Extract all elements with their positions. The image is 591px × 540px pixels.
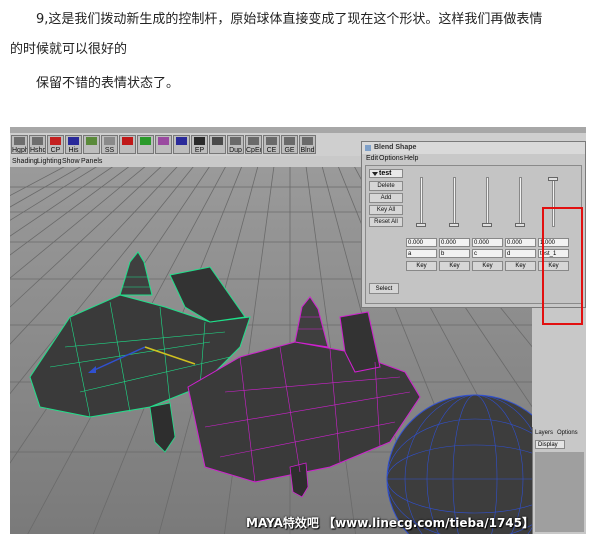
curve-icon [86,137,97,145]
target-name-field[interactable]: c [472,249,503,258]
blend-window-title[interactable]: Blend Shape [362,142,585,154]
script-icon [104,137,115,145]
blend-node-header[interactable]: test [369,169,403,178]
component-editor-shelf-button[interactable]: CpEd [245,135,262,154]
article-line-3: 保留不错的表情状态了。 [36,76,180,91]
target-name-field[interactable]: d [505,249,536,258]
menu-shading[interactable]: Shading [12,156,38,167]
menu-edit[interactable]: Edit [366,154,378,164]
target-value-field[interactable]: 0.000 [505,238,536,247]
key-all-button[interactable]: Key All [369,205,403,215]
highlight-box [542,207,583,325]
hypergraph-icon [14,137,25,145]
delete-button[interactable]: Delete [369,181,403,191]
bucket-icon [212,137,223,145]
hypergraph-shelf-button[interactable]: Hgph [11,135,28,154]
slider-thumb[interactable] [482,223,492,227]
duplicate-shelf-button[interactable]: Dup [227,135,244,154]
shelf-button-label: Hshd [30,147,46,154]
constraint-icon [50,137,61,145]
graph-editor-shelf-button[interactable]: GE [281,135,298,154]
add-button[interactable]: Add [369,193,403,203]
slider-thumb[interactable] [449,223,459,227]
cube-shelf-button[interactable] [155,135,172,154]
script-shelf-button[interactable]: SS [101,135,118,154]
shelf-button-label: SS [104,147,115,154]
menu-panels[interactable]: Panels [81,156,102,167]
duplicate-icon [230,137,241,145]
blend-menu-bar: Edit Options Help [362,154,585,164]
shelf-button-label: EP [194,147,205,154]
target-key-button[interactable]: Key [439,261,470,271]
menu-show[interactable]: Show [62,156,80,167]
layer-editor: Layers Options Display [532,427,586,534]
menu-layer-options[interactable]: Options [557,429,578,437]
hypershade-icon [32,137,43,145]
target-value-field[interactable]: 0.000 [472,238,503,247]
blend-icon [302,137,313,145]
target-key-button[interactable]: Key [406,261,437,271]
slider-thumb[interactable] [548,177,558,181]
target-value-field[interactable]: 0.000 [439,238,470,247]
shelf-button-label: His [68,147,79,154]
cube-icon [158,137,169,145]
hypershade-shelf-button[interactable]: Hshd [29,135,46,154]
blend-shelf-button[interactable]: Blnd [299,135,316,154]
watermark-text: MAYA特效吧 【www.linecg.com/tieba/1745】 [246,516,535,530]
shelf-button-label: Hgph [12,147,28,154]
slider-thumb[interactable] [416,223,426,227]
maya-screenshot: Hgph Hshd CP His SS EP Dup CpEd CE GE Blnd Shading… [10,127,586,534]
slider-thumb[interactable] [515,223,525,227]
connection-editor-shelf-button[interactable]: CE [263,135,280,154]
shelf-button-label: CpEd [246,147,262,154]
play-shelf-button[interactable] [137,135,154,154]
history-icon [68,137,79,145]
bucket-shelf-button[interactable] [209,135,226,154]
window-icon [365,145,371,151]
menu-lighting[interactable]: Lighting [37,156,62,167]
blend-node-panel: test Delete Add Key All Reset All Select… [365,165,583,325]
target-slider[interactable] [453,177,456,227]
component-editor-icon [248,137,259,145]
menu-help[interactable]: Help [404,154,418,164]
layer-list[interactable] [535,452,584,532]
target-name-field[interactable]: a [406,249,437,258]
target-slider[interactable] [486,177,489,227]
layer-display-value: Display [538,442,558,448]
collapse-arrow-icon[interactable] [372,172,378,176]
reset-all-button[interactable]: Reset All [369,217,403,227]
shelf-button-label: CE [266,147,277,154]
select-button[interactable]: Select [369,283,399,294]
target-slider[interactable] [519,177,522,227]
gauge-shelf-button[interactable] [119,135,136,154]
shelf-button-label: CP [50,147,61,154]
menu-layers[interactable]: Layers [535,429,553,437]
gauge-icon [122,137,133,145]
wave-shelf-button[interactable] [173,135,190,154]
target-slider[interactable] [420,177,423,227]
wave-icon [176,137,187,145]
play-icon [140,137,151,145]
curve-shelf-button[interactable] [83,135,100,154]
target-key-button[interactable]: Key [472,261,503,271]
history-shelf-button[interactable]: His [65,135,82,154]
ep-curve-icon [194,137,205,145]
graph-editor-icon [284,137,295,145]
menu-options[interactable]: Options [379,154,403,164]
connection-editor-icon [266,137,277,145]
layer-display-dropdown[interactable]: Display [535,440,565,449]
shelf-button-label: Blnd [300,147,315,154]
article-line-2: 的时候就可以很好的 [10,42,128,57]
blend-shape-window[interactable]: Blend Shape Edit Options Help test Delet… [361,141,586,325]
constraint-shelf-button[interactable]: CP [47,135,64,154]
article-line-1: 9,这是我们拨动新生成的控制杆，原始球体直接变成了现在这个形状。这样我们再做表情 [36,12,543,27]
target-value-field[interactable]: 0.000 [406,238,437,247]
shelf-button-label: GE [284,147,295,154]
target-name-field[interactable]: b [439,249,470,258]
shelf-button-label: Dup [229,147,242,154]
blend-node-name: test [379,170,392,177]
target-key-button[interactable]: Key [505,261,536,271]
ep-curve-shelf-button[interactable]: EP [191,135,208,154]
